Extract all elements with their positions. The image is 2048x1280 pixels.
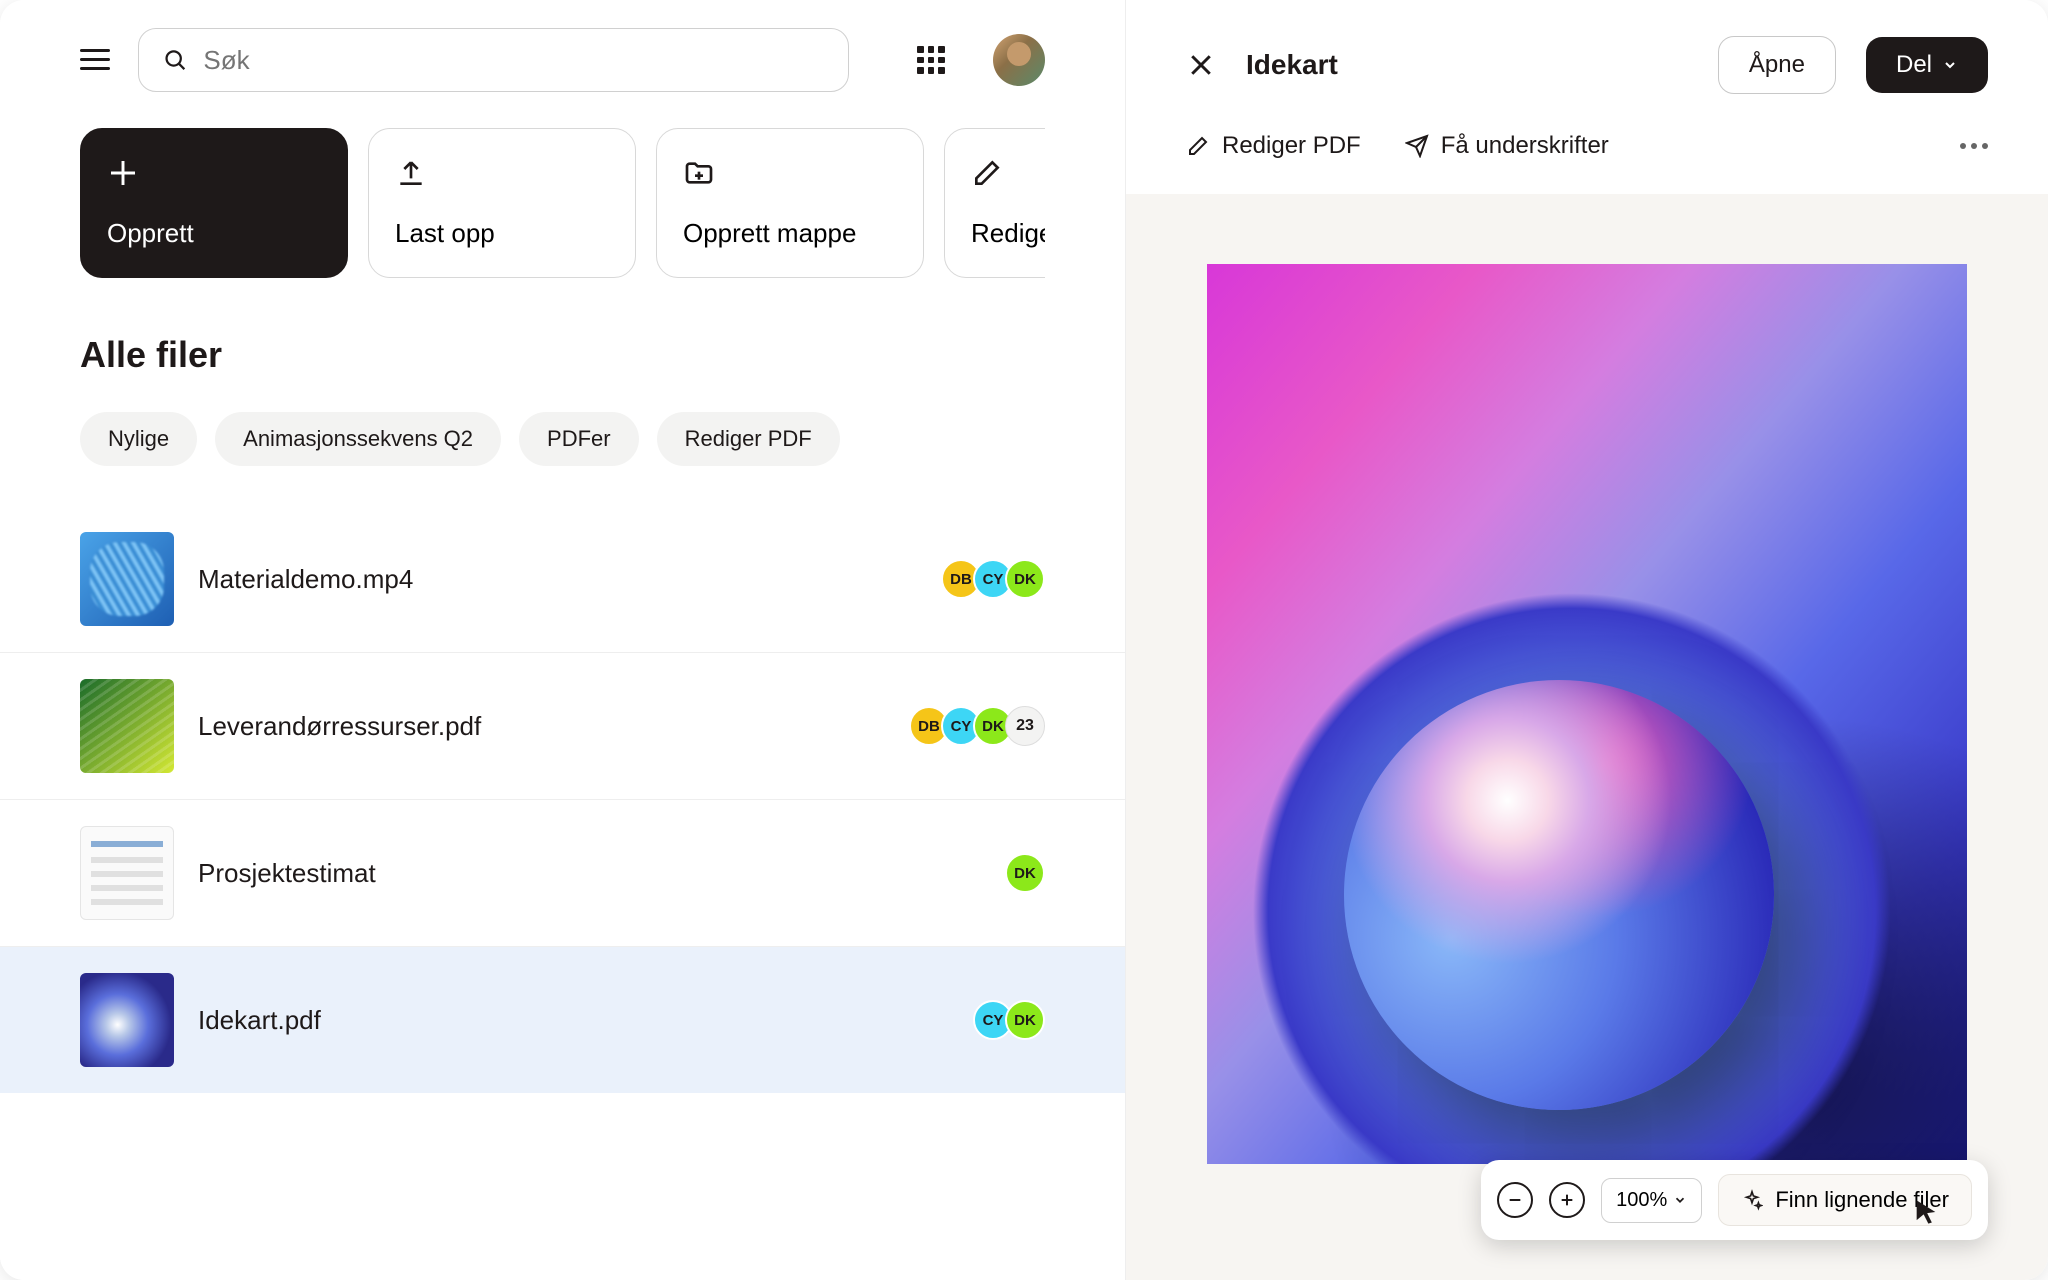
cursor-icon bbox=[1912, 1198, 1940, 1226]
create-folder-button[interactable]: Opprett mappe bbox=[656, 128, 924, 278]
send-icon bbox=[1405, 134, 1429, 158]
chevron-down-icon bbox=[1942, 57, 1958, 73]
file-thumbnail bbox=[80, 679, 174, 773]
file-row[interactable]: Prosjektestimat DK bbox=[0, 800, 1125, 947]
share-badges: DB CY DK 23 bbox=[909, 706, 1045, 746]
chip-recent[interactable]: Nylige bbox=[80, 412, 197, 466]
pencil-icon bbox=[971, 157, 1003, 189]
file-list: Materialdemo.mp4 DB CY DK Leverandørress… bbox=[0, 506, 1125, 1093]
share-badges: CY DK bbox=[973, 1000, 1045, 1040]
file-name: Idekart.pdf bbox=[198, 1005, 949, 1036]
zoom-value: 100% bbox=[1616, 1189, 1667, 1212]
open-button[interactable]: Åpne bbox=[1718, 36, 1836, 94]
file-row[interactable]: Materialdemo.mp4 DB CY DK bbox=[0, 506, 1125, 653]
upload-button[interactable]: Last opp bbox=[368, 128, 636, 278]
file-name: Leverandørressurser.pdf bbox=[198, 711, 885, 742]
share-badge[interactable]: DK bbox=[1005, 1000, 1045, 1040]
detail-header: Idekart Åpne Del bbox=[1126, 0, 2048, 114]
share-badges: DB CY DK bbox=[941, 559, 1045, 599]
share-badge[interactable]: DK bbox=[1005, 853, 1045, 893]
get-signatures-label: Få underskrifter bbox=[1441, 132, 1609, 160]
detail-actions: Rediger PDF Få underskrifter bbox=[1126, 114, 2048, 194]
create-folder-label: Opprett mappe bbox=[683, 218, 897, 249]
chip-animation[interactable]: Animasjonssekvens Q2 bbox=[215, 412, 501, 466]
apps-grid-icon[interactable] bbox=[917, 46, 945, 74]
file-thumbnail bbox=[80, 973, 174, 1067]
preview-area: 100% Finn lignende filer bbox=[1126, 194, 2048, 1280]
file-name: Prosjektestimat bbox=[198, 858, 981, 889]
file-thumbnail bbox=[80, 826, 174, 920]
close-icon[interactable] bbox=[1186, 50, 1216, 80]
edit-pdf-label: Rediger PDF bbox=[971, 218, 1045, 249]
chip-edit-pdf[interactable]: Rediger PDF bbox=[657, 412, 840, 466]
edit-pdf-action[interactable]: Rediger PDF bbox=[1186, 132, 1361, 160]
menu-icon[interactable] bbox=[80, 49, 110, 71]
more-icon[interactable] bbox=[1960, 143, 1988, 149]
upload-icon bbox=[395, 157, 427, 189]
zoom-select[interactable]: 100% bbox=[1601, 1178, 1702, 1223]
zoom-out-button[interactable] bbox=[1497, 1182, 1533, 1218]
file-name: Materialdemo.mp4 bbox=[198, 564, 917, 595]
sparkle-icon bbox=[1741, 1189, 1763, 1211]
filter-chips: Nylige Animasjonssekvens Q2 PDFer Redige… bbox=[80, 412, 1045, 466]
share-badge-count[interactable]: 23 bbox=[1005, 706, 1045, 746]
chevron-down-icon bbox=[1673, 1193, 1687, 1207]
upload-label: Last opp bbox=[395, 218, 609, 249]
actions-row: Opprett Last opp Opprett mappe Rediger P… bbox=[80, 128, 1045, 278]
create-button[interactable]: Opprett bbox=[80, 128, 348, 278]
left-panel: Opprett Last opp Opprett mappe Rediger P… bbox=[0, 0, 1125, 1280]
share-label: Del bbox=[1896, 51, 1932, 79]
app-root: Opprett Last opp Opprett mappe Rediger P… bbox=[0, 0, 2048, 1280]
detail-panel: Idekart Åpne Del Rediger PDF Få underskr… bbox=[1125, 0, 2048, 1280]
avatar[interactable] bbox=[993, 34, 1045, 86]
edit-pdf-button[interactable]: Rediger PDF bbox=[944, 128, 1045, 278]
search-icon bbox=[163, 47, 187, 73]
plus-icon bbox=[107, 157, 139, 189]
folder-plus-icon bbox=[683, 157, 715, 189]
open-label: Åpne bbox=[1749, 51, 1805, 79]
plus-icon bbox=[1559, 1192, 1575, 1208]
pencil-icon bbox=[1186, 134, 1210, 158]
share-badge[interactable]: DK bbox=[1005, 559, 1045, 599]
preview-toolbar: 100% Finn lignende filer bbox=[1481, 1160, 1988, 1240]
share-button[interactable]: Del bbox=[1866, 37, 1988, 93]
search-input[interactable] bbox=[203, 45, 824, 76]
search-box[interactable] bbox=[138, 28, 849, 92]
zoom-in-button[interactable] bbox=[1549, 1182, 1585, 1218]
minus-icon bbox=[1507, 1192, 1523, 1208]
file-thumbnail bbox=[80, 532, 174, 626]
preview-image bbox=[1207, 264, 1967, 1164]
section-title: Alle filer bbox=[80, 334, 1045, 376]
edit-pdf-action-label: Rediger PDF bbox=[1222, 132, 1361, 160]
get-signatures-action[interactable]: Få underskrifter bbox=[1405, 132, 1609, 160]
create-label: Opprett bbox=[107, 218, 321, 249]
share-badges: DK bbox=[1005, 853, 1045, 893]
file-row[interactable]: Leverandørressurser.pdf DB CY DK 23 bbox=[0, 653, 1125, 800]
chip-pdfs[interactable]: PDFer bbox=[519, 412, 639, 466]
file-row-selected[interactable]: Idekart.pdf CY DK bbox=[0, 947, 1125, 1093]
top-bar bbox=[80, 28, 1045, 92]
detail-title: Idekart bbox=[1246, 49, 1688, 81]
